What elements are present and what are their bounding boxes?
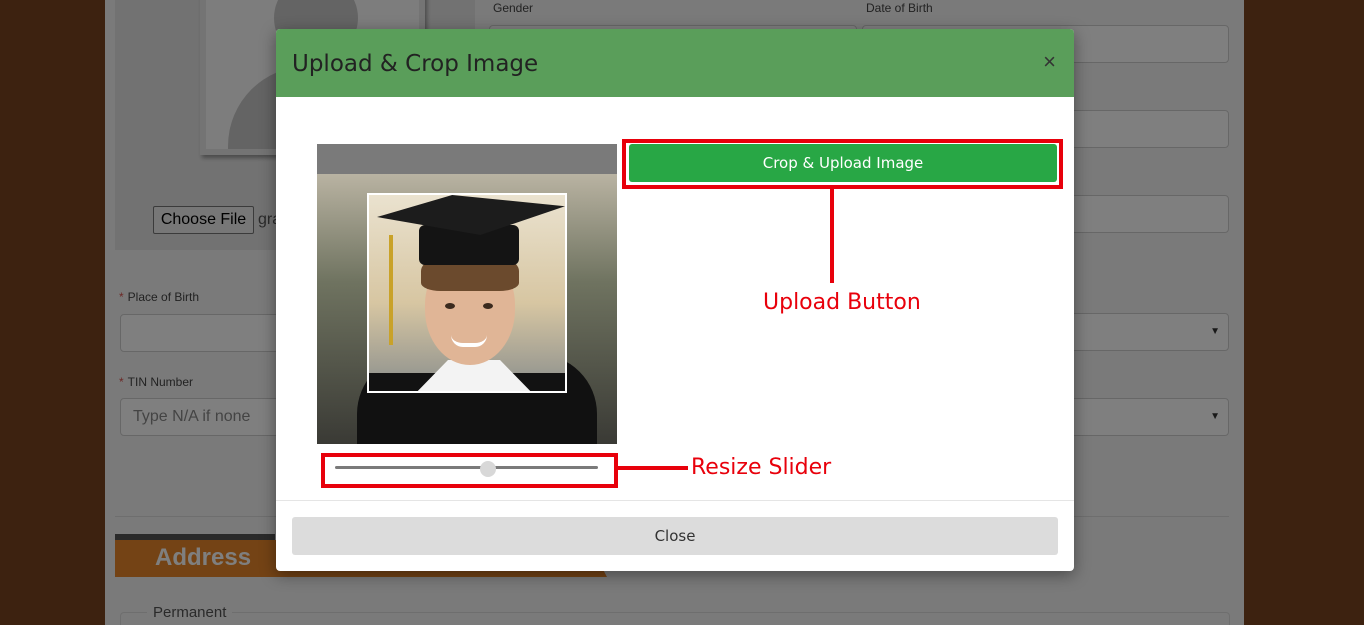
photo-eye-right — [483, 303, 493, 309]
upload-button-annotation: Upload Button — [763, 290, 921, 315]
modal-title: Upload & Crop Image — [292, 51, 539, 77]
resize-slider-callout-line — [618, 466, 688, 470]
upload-crop-modal: Upload & Crop Image × Crop & Upload Imag… — [276, 29, 1074, 571]
graduation-tassel — [389, 235, 393, 345]
upload-button-callout-line — [830, 189, 834, 283]
crop-selection-box[interactable] — [367, 193, 567, 393]
graduation-cap-board — [377, 195, 565, 235]
modal-header: Upload & Crop Image × — [276, 29, 1074, 97]
resize-slider-annotation: Resize Slider — [691, 455, 832, 480]
upload-button-highlight — [622, 139, 1063, 189]
photo-eye-left — [445, 303, 455, 309]
resize-slider-highlight — [321, 453, 618, 488]
close-icon[interactable]: × — [1043, 49, 1056, 75]
close-button[interactable]: Close — [292, 517, 1058, 555]
modal-footer-divider — [276, 500, 1074, 501]
image-crop-area[interactable] — [317, 144, 617, 444]
